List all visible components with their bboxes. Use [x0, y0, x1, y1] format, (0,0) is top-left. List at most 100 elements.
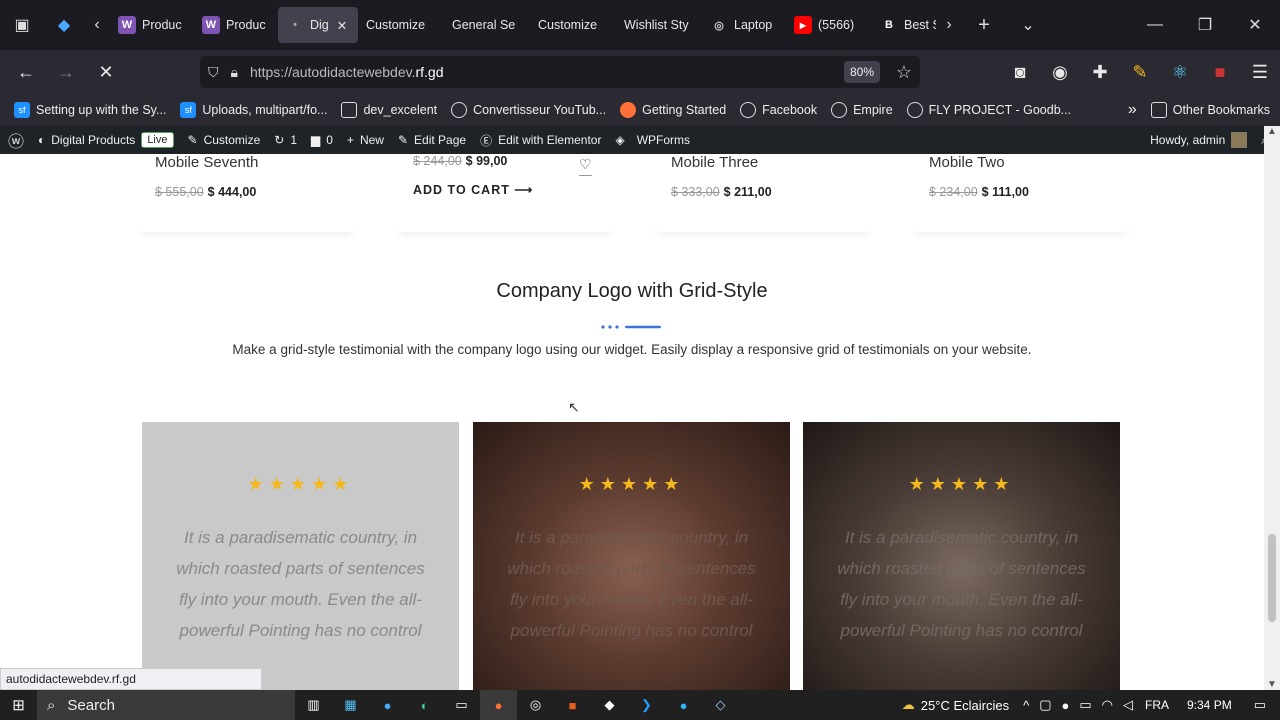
app-light-icon[interactable]: ◇ [702, 690, 739, 720]
weather[interactable]: 25°C Eclaircies [921, 698, 1009, 713]
status-url: autodidactewebdev.rf.gd [0, 668, 262, 690]
tab-wishlist-style[interactable]: Wishlist Sty [616, 7, 702, 43]
edge-icon[interactable]: ◐ [406, 690, 443, 720]
weather-icon[interactable]: ☁ [902, 697, 915, 713]
add-to-cart-button[interactable]: ADD TO CART ⟶ [413, 182, 623, 197]
tab-laptop[interactable]: ◎ Laptop [702, 7, 786, 43]
bookmark-6[interactable]: Facebook [740, 102, 817, 118]
tray-chevron-icon[interactable]: ^ [1023, 698, 1029, 713]
tab-produc-1[interactable]: W Produc [110, 7, 194, 43]
wp-comments[interactable]: ▆ 0 [311, 133, 333, 147]
wp-wpforms[interactable]: ◈ WPForms [615, 133, 690, 147]
menu-icon[interactable]: ☰ [1240, 50, 1280, 94]
bookmark-8[interactable]: FLY PROJECT - Goodb... [906, 102, 1071, 118]
tab-produc-2[interactable]: W Produc [194, 7, 278, 43]
vscode-icon[interactable]: ❯ [628, 690, 665, 720]
bookmarks-bar: sf Setting up with the Sy... sf Uploads, m… [0, 94, 1280, 126]
extension-brush-icon[interactable]: ✎ [1120, 50, 1160, 94]
battery-icon[interactable]: ▭ [1079, 697, 1091, 713]
tab-best[interactable]: BBest S [872, 7, 936, 43]
page-scrollbar[interactable]: ▲ ▼ [1264, 126, 1280, 690]
tab-digital-active[interactable]: • Dig ✕ [278, 7, 358, 43]
pinned-tab-gem-icon[interactable]: ◆ [44, 0, 84, 50]
app-orange-icon[interactable]: ■ [554, 690, 591, 720]
extensions-icon[interactable]: ✚ [1080, 50, 1120, 94]
url-text[interactable]: https://autodidactewebdev.rf.gd [250, 64, 444, 80]
wifi-icon[interactable]: ◠ [1102, 697, 1113, 713]
title-divider [601, 325, 661, 329]
windows-start-icon[interactable]: ⊞ [0, 690, 37, 720]
product-name[interactable]: Mobile Two [929, 154, 1139, 171]
product-card: Mobile Three $ 333,00 $ 211,00 [671, 154, 881, 199]
tab-customize-1[interactable]: Customize [358, 7, 444, 43]
bookmark-folder-dev[interactable]: dev_excelent [341, 102, 437, 118]
wp-edit-elementor[interactable]: Ⓔ Edit with Elementor [480, 132, 601, 149]
bookmark-1[interactable]: sf Setting up with the Sy... [14, 102, 166, 118]
terminal-icon[interactable]: ▭ [443, 690, 480, 720]
lock-icon[interactable]: 🔒︎ [231, 64, 238, 81]
tab-customize-2[interactable]: Customize [530, 7, 616, 43]
bookmark-2[interactable]: sf Uploads, multipart/fo... [180, 102, 327, 118]
close-tab-icon[interactable]: ✕ [337, 18, 347, 33]
scrollbar-thumb[interactable] [1268, 534, 1276, 622]
wp-customize[interactable]: ✎ Customize [188, 133, 261, 147]
plus-icon: + [346, 133, 354, 147]
wordpress-logo-icon[interactable]: ⓦ [8, 128, 24, 152]
close-window-icon[interactable]: ✕ [1230, 0, 1280, 50]
tab-overview-icon[interactable]: ▣ [0, 0, 44, 50]
wp-updates[interactable]: ↻ 1 [274, 133, 297, 147]
taskbar-search[interactable]: ⌕ Search [37, 690, 295, 720]
more-bookmarks-chevron-icon[interactable]: » [1128, 101, 1137, 119]
card-shadow [916, 226, 1126, 232]
store-icon[interactable]: ▦ [332, 690, 369, 720]
mouse-cursor-icon: ↖ [568, 399, 580, 415]
firefox-icon[interactable]: ● [480, 690, 517, 720]
app-globe-icon[interactable]: ● [665, 690, 702, 720]
app-dark-icon[interactable]: ◆ [591, 690, 628, 720]
forward-arrow-icon[interactable]: → [46, 50, 86, 94]
url-bar[interactable]: ⛉ 🔒︎ https://autodidactewebdev.rf.gd 80%… [200, 56, 920, 88]
minimize-icon[interactable]: — [1130, 0, 1180, 50]
wp-new[interactable]: + New [347, 133, 384, 147]
chrome-icon[interactable]: ◎ [517, 690, 554, 720]
other-bookmarks[interactable]: Other Bookmarks [1150, 102, 1270, 118]
bookmark-4[interactable]: Convertisseur YouTub... [451, 102, 606, 118]
restore-icon[interactable]: ❐ [1180, 0, 1230, 50]
wp-edit-page[interactable]: ✎ Edit Page [398, 133, 466, 147]
stop-loading-icon[interactable]: ✕ [86, 50, 126, 94]
zoom-level[interactable]: 80% [843, 61, 880, 83]
tray-app-icon[interactable]: ▢ [1039, 697, 1051, 713]
elementor-icon: Ⓔ [480, 133, 493, 148]
wishlist-heart-icon[interactable]: ♡ [579, 156, 592, 176]
task-view-icon[interactable]: ▥ [295, 690, 332, 720]
product-name[interactable]: Mobile Three [671, 154, 881, 171]
tab-general-settings[interactable]: General Se [444, 7, 530, 43]
bookmark-7[interactable]: Empire [831, 102, 893, 118]
mic-icon[interactable]: ● [1062, 698, 1070, 713]
account-icon[interactable]: ◉ [1040, 50, 1080, 94]
sf-icon: sf [180, 102, 197, 118]
clock[interactable]: 9:34 PM [1187, 698, 1232, 712]
notifications-icon[interactable]: ▭ [1254, 697, 1266, 713]
scroll-tabs-left-icon[interactable]: ‹ [84, 0, 110, 50]
back-arrow-icon[interactable]: ← [6, 50, 46, 94]
app-blue-icon[interactable]: ● [369, 690, 406, 720]
shield-icon[interactable]: ⛉ [208, 64, 219, 81]
bookmark-5[interactable]: Getting Started [620, 102, 726, 118]
language[interactable]: FRA [1145, 698, 1169, 712]
wp-howdy[interactable]: Howdy, admin [1150, 132, 1248, 148]
new-tab-plus-icon[interactable]: + [962, 0, 1006, 50]
volume-icon[interactable]: ◁ [1123, 697, 1133, 713]
product-name[interactable]: Mobile Seventh [155, 154, 365, 171]
tab-youtube[interactable]: ▶ (5566) [786, 7, 872, 43]
wp-site-name[interactable]: ◐ Digital Products Live [38, 132, 174, 148]
scroll-tabs-right-icon[interactable]: › [936, 0, 962, 50]
pocket-icon[interactable]: ◙ [1000, 50, 1040, 94]
bookmark-star-icon[interactable]: ☆ [896, 62, 912, 83]
scroll-down-arrow-icon[interactable]: ▼ [1264, 679, 1280, 690]
list-tabs-chevron-icon[interactable]: ⌄ [1006, 0, 1050, 50]
scroll-up-arrow-icon[interactable]: ▲ [1264, 126, 1280, 137]
extension-red-icon[interactable]: ■ [1200, 50, 1240, 94]
loading-dot-icon: • [293, 19, 297, 31]
react-devtools-icon[interactable]: ⚛ [1160, 50, 1200, 94]
